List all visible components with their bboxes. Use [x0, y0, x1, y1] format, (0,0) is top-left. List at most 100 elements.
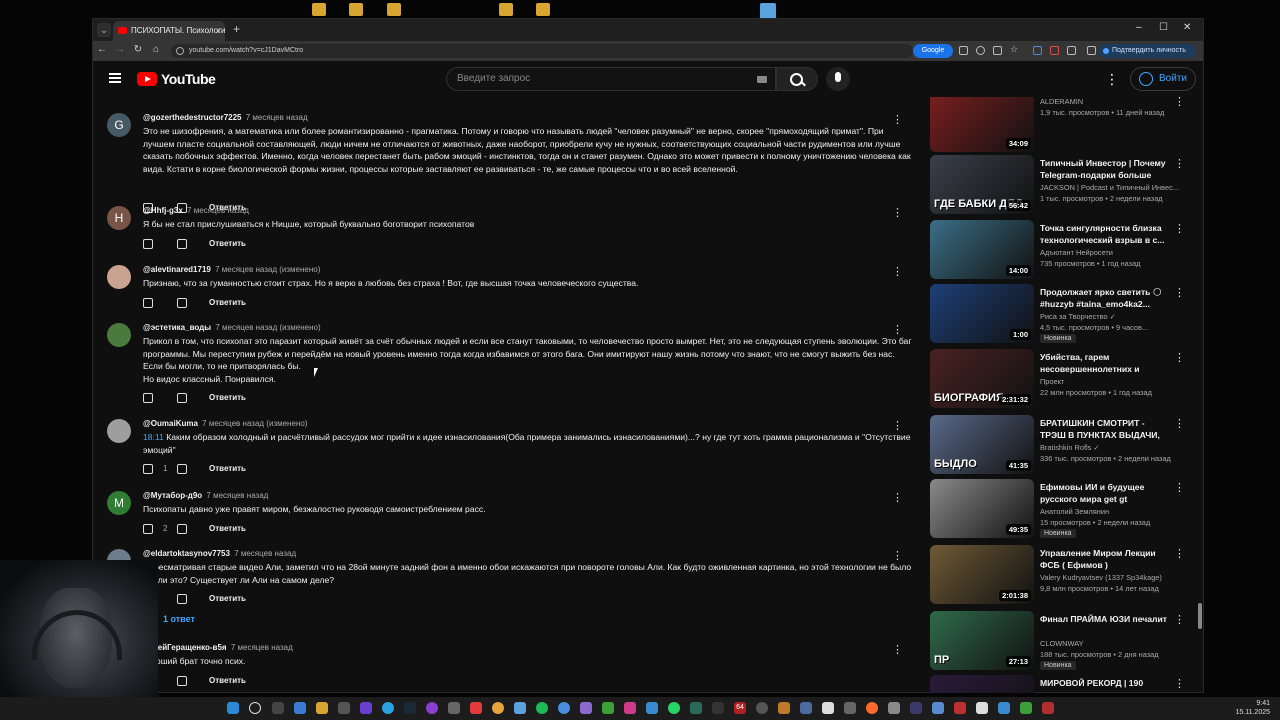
reading-list-icon[interactable]	[1087, 46, 1096, 55]
comment-kebab-icon[interactable]: ⋮	[892, 549, 903, 562]
recommendation-item[interactable]: 1:00 Продолжает ярко светить 🌕 #huzzyb #…	[930, 284, 1192, 346]
video-thumbnail[interactable]: БИОГРАФИЯ 2:31:32	[930, 349, 1034, 408]
app-icon[interactable]	[888, 702, 900, 714]
reply-button[interactable]: Ответить	[209, 393, 246, 402]
video-title[interactable]: БРАТИШКИН СМОТРИТ - ТРЭШ В ПУНКТАХ ВЫДАЧ…	[1040, 417, 1168, 441]
task-view-icon[interactable]	[272, 702, 284, 714]
terminal-icon[interactable]	[712, 702, 724, 714]
app-icon[interactable]	[602, 702, 614, 714]
extension-icon[interactable]	[1033, 46, 1042, 55]
avatar[interactable]	[107, 419, 131, 443]
dislike-icon[interactable]	[177, 524, 187, 534]
comment-time[interactable]: 7 месяцев назад (изменено)	[215, 265, 320, 274]
comment-author[interactable]: @эстетика_воды	[143, 323, 211, 332]
app-icon[interactable]	[624, 702, 636, 714]
video-thumbnail[interactable]: 49:35	[930, 479, 1034, 538]
dislike-icon[interactable]	[177, 676, 187, 686]
app-icon[interactable]	[844, 702, 856, 714]
comment-kebab-icon[interactable]: ⋮	[892, 419, 903, 432]
folder-icon[interactable]	[312, 3, 326, 16]
like-icon[interactable]	[143, 239, 153, 249]
comment-author[interactable]: @Hhfj-g3x	[143, 206, 183, 215]
badge-64-icon[interactable]: 64	[734, 702, 746, 714]
dislike-icon[interactable]	[177, 298, 187, 308]
reload-button[interactable]: ↻	[131, 44, 145, 55]
firefox-icon[interactable]	[866, 702, 878, 714]
recommendation-item[interactable]: 2:01:38 Управление Миром Лекции ФСБ ( Еф…	[930, 545, 1192, 607]
comment-kebab-icon[interactable]: ⋮	[892, 323, 903, 336]
video-thumbnail[interactable]: 34:09	[930, 97, 1034, 152]
video-thumbnail[interactable]: 2:01:38	[930, 545, 1034, 604]
avatar[interactable]: G	[107, 113, 131, 137]
recommendation-item[interactable]: 34:09 ALDERAMIN 1,9 тыс. просмотров • 11…	[930, 97, 1192, 155]
comment-author[interactable]: @OumaiKuma	[143, 419, 198, 428]
comment-author[interactable]: @Мутабор-д9о	[143, 491, 202, 500]
video-thumbnail[interactable]: ГДЕ БАБКИ ДЯД 56:42	[930, 155, 1034, 214]
close-window-button[interactable]: ✕	[1183, 22, 1191, 33]
avatar[interactable]: H	[107, 206, 131, 230]
yandex-icon[interactable]	[470, 702, 482, 714]
channel-name[interactable]: Проект	[1040, 377, 1180, 386]
recommendation-item[interactable]: 14:00 Точка сингулярности близка техноло…	[930, 220, 1192, 282]
minecraft-icon[interactable]	[1020, 702, 1032, 714]
video-title[interactable]: Финал ПРАЙМА ЮЗИ печалит	[1040, 613, 1168, 625]
app-icon[interactable]	[800, 702, 812, 714]
app-icon[interactable]	[756, 702, 768, 714]
app-icon[interactable]	[976, 702, 988, 714]
video-thumbnail[interactable]: ЧЕЛЛЕНДЖ	[930, 675, 1034, 693]
channel-name[interactable]: CLOWNWAY	[1040, 639, 1180, 648]
install-app-icon[interactable]	[959, 46, 968, 55]
folder-icon[interactable]	[536, 3, 550, 16]
clock[interactable]: 9:41 15.11.2025	[1235, 699, 1270, 717]
folder-icon[interactable]	[349, 3, 363, 16]
minimize-button[interactable]: –	[1136, 22, 1142, 33]
app-icon[interactable]	[954, 702, 966, 714]
video-thumbnail[interactable]: ПР 27:13	[930, 611, 1034, 670]
channel-name[interactable]: ALDERAMIN	[1040, 97, 1180, 106]
spotify-icon[interactable]	[536, 702, 548, 714]
reply-button[interactable]: Ответить	[209, 524, 246, 533]
app-icon[interactable]	[360, 702, 372, 714]
app-icon[interactable]	[822, 702, 834, 714]
reply-button[interactable]: Ответить	[209, 464, 246, 473]
folder-icon[interactable]	[387, 3, 401, 16]
video-title[interactable]: Продолжает ярко светить 🌕 #huzzyb #taina…	[1040, 286, 1168, 310]
reply-button[interactable]: Ответить	[209, 298, 246, 307]
menu-icon[interactable]	[109, 73, 121, 83]
video-kebab-icon[interactable]: ⋮	[1174, 481, 1185, 494]
comment-time[interactable]: 7 месяцев назад	[246, 113, 308, 122]
comment-time[interactable]: 7 месяцев назад	[206, 491, 268, 500]
whatsapp-icon[interactable]	[668, 702, 680, 714]
comment-author[interactable]: @eldartoktasynov7753	[143, 549, 230, 558]
like-icon[interactable]	[143, 524, 153, 534]
comment-time[interactable]: 7 месяцев назад (изменено)	[215, 323, 320, 332]
recommendation-item[interactable]: БЫДЛО 41:35 БРАТИШКИН СМОТРИТ - ТРЭШ В П…	[930, 415, 1192, 477]
video-kebab-icon[interactable]: ⋮	[1174, 222, 1185, 235]
comment-time[interactable]: 7 месяцев назад	[231, 643, 293, 652]
app-icon[interactable]	[448, 702, 460, 714]
app-icon[interactable]	[426, 702, 438, 714]
channel-name[interactable]: Bratishkin Rofls ✓	[1040, 443, 1180, 452]
recommendation-item[interactable]: БИОГРАФИЯ 2:31:32 Убийства, гарем несове…	[930, 349, 1192, 411]
chrome-icon[interactable]	[492, 702, 504, 714]
video-kebab-icon[interactable]: ⋮	[1174, 157, 1185, 170]
comment-kebab-icon[interactable]: ⋮	[892, 643, 903, 656]
forward-button[interactable]: →	[113, 44, 127, 55]
folder-icon[interactable]	[499, 3, 513, 16]
home-button[interactable]: ⌂	[149, 44, 163, 55]
start-icon[interactable]	[227, 702, 239, 714]
video-thumbnail[interactable]: 1:00	[930, 284, 1034, 343]
reply-button[interactable]: Ответить	[209, 239, 246, 248]
scrollbar-thumb[interactable]	[1198, 603, 1202, 629]
app-icon[interactable]	[778, 702, 790, 714]
comment-kebab-icon[interactable]: ⋮	[892, 113, 903, 126]
app-icon[interactable]	[1042, 702, 1054, 714]
avatar[interactable]	[107, 323, 131, 347]
channel-name[interactable]: Риса за Творчество ✓	[1040, 312, 1180, 321]
video-kebab-icon[interactable]: ⋮	[1174, 613, 1185, 626]
app-icon[interactable]	[646, 702, 658, 714]
app-icon[interactable]	[998, 702, 1010, 714]
dislike-icon[interactable]	[177, 464, 187, 474]
video-kebab-icon[interactable]: ⋮	[1174, 547, 1185, 560]
recommendation-item[interactable]: ГДЕ БАБКИ ДЯД 56:42 Типичный Инвестор | …	[930, 155, 1192, 217]
